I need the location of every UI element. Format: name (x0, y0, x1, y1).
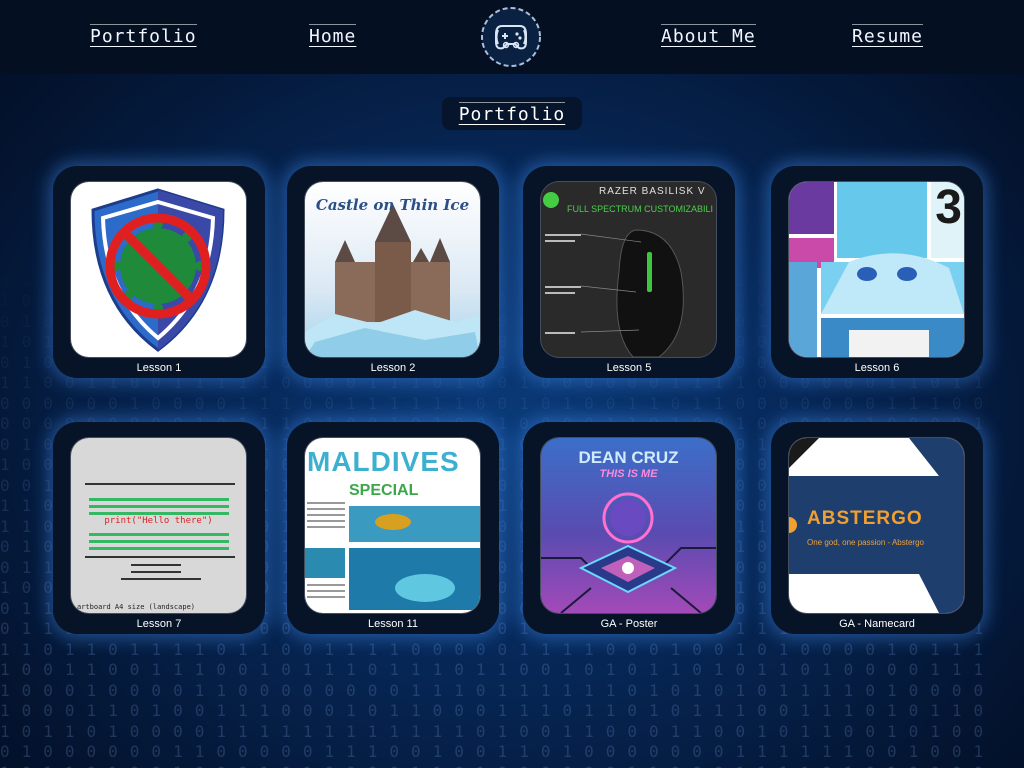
card-caption: Lesson 11 (368, 618, 418, 630)
page-title-pill: Portfolio (442, 97, 582, 130)
antivirus-shield-thumbnail (71, 182, 246, 357)
card-caption: Lesson 7 (136, 618, 182, 630)
thumbnail-footer-text: artboard A4 size (landscape) (77, 603, 196, 611)
portfolio-card-lesson-7[interactable]: print("Hello there") artboard A4 size (l… (53, 422, 265, 634)
nav-resume-link[interactable]: Resume (852, 24, 924, 47)
nav-portfolio-link[interactable]: Portfolio (90, 24, 197, 47)
razer-mouse-thumbnail: RAZER BASILISK V FULL SPECTRUM CUSTOMIZA… (541, 182, 716, 357)
card-caption: Lesson 1 (136, 362, 182, 374)
anime-comic-thumbnail: 3 (789, 182, 964, 357)
portfolio-card-lesson-11[interactable]: MALDIVES SPECIAL Lesson 11 (287, 422, 499, 634)
thumbnail-title: ABSTERGO (807, 508, 923, 529)
castle-on-ice-thumbnail: Castle on Thin Ice (305, 182, 480, 357)
abstergo-namecard-thumbnail: ABSTERGO One god, one passion - Abstergo (789, 438, 964, 613)
thumbnail-title: Castle on Thin Ice (315, 196, 470, 214)
thumbnail-number: 3 (935, 182, 962, 234)
dean-cruz-poster-thumbnail: DEAN CRUZ THIS IS ME (541, 438, 716, 613)
nav-home-link[interactable]: Home (309, 24, 357, 47)
card-caption: Lesson 2 (370, 362, 416, 374)
portfolio-card-lesson-6[interactable]: 3 Lesson 6 (771, 166, 983, 378)
card-caption: Lesson 6 (854, 362, 900, 374)
page-title: Portfolio (458, 102, 566, 125)
portfolio-card-lesson-5[interactable]: RAZER BASILISK V FULL SPECTRUM CUSTOMIZA… (523, 166, 735, 378)
card-caption: Lesson 5 (606, 362, 652, 374)
nav-about-link[interactable]: About Me (661, 24, 756, 47)
card-caption: GA - Poster (600, 618, 658, 630)
maldives-magazine-thumbnail: MALDIVES SPECIAL (305, 438, 480, 613)
portfolio-card-ga-poster[interactable]: DEAN CRUZ THIS IS ME GA - Poster (523, 422, 735, 634)
gamepad-logo-icon[interactable] (480, 6, 542, 68)
top-navigation-bar: Portfolio Home About Me Resume (0, 0, 1024, 74)
portfolio-card-ga-namecard[interactable]: ABSTERGO One god, one passion - Abstergo… (771, 422, 983, 634)
thumbnail-code-text: print("Hello there") (104, 516, 213, 526)
card-caption: GA - Namecard (839, 618, 915, 630)
thumbnail-subtitle: One god, one passion - Abstergo (807, 538, 924, 547)
portfolio-card-lesson-1[interactable]: Lesson 1 (53, 166, 265, 378)
code-artboard-thumbnail: print("Hello there") artboard A4 size (l… (71, 438, 246, 613)
portfolio-card-lesson-2[interactable]: Castle on Thin Ice Lesson 2 (287, 166, 499, 378)
